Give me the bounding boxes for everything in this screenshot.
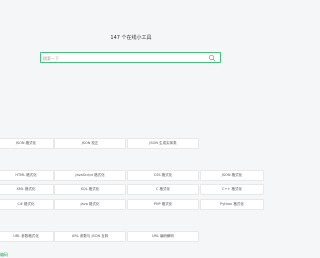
tool-card[interactable]: C 格式化 [127, 184, 199, 195]
tool-card[interactable]: URL 参数与 JSON 互转 [54, 231, 126, 242]
tool-card[interactable]: JSON 生成实体类 [127, 138, 199, 149]
tool-card[interactable]: JSON 校正 [54, 138, 126, 149]
search-box[interactable] [40, 52, 221, 63]
tool-card[interactable]: URL 编码解码 [127, 231, 199, 242]
tool-card[interactable]: HTML 格式化 [0, 170, 54, 181]
search-input[interactable] [43, 54, 203, 62]
tool-card[interactable]: C++ 格式化 [200, 184, 264, 195]
tool-card[interactable]: XML 格式化 [0, 184, 54, 195]
tool-card[interactable]: JSON 格式化 [0, 138, 54, 149]
tool-card[interactable]: C# 格式化 [0, 199, 54, 210]
tool-card[interactable]: JavaScript 格式化 [54, 170, 126, 181]
tool-card[interactable]: Python 格式化 [200, 199, 264, 210]
search-icon[interactable] [208, 54, 216, 62]
tool-card[interactable]: JSON 格式化 [200, 170, 264, 181]
tool-card[interactable]: CSS 格式化 [127, 170, 199, 181]
tool-card[interactable]: SQL 格式化 [54, 184, 126, 195]
section-heading: 编码 [0, 252, 8, 257]
tool-card[interactable]: PHP 格式化 [127, 199, 199, 210]
tool-card[interactable]: URL 参数格式化 [0, 231, 54, 242]
tool-card[interactable]: Java 格式化 [54, 199, 126, 210]
page-title: 147 个在线小工具 [110, 35, 152, 41]
